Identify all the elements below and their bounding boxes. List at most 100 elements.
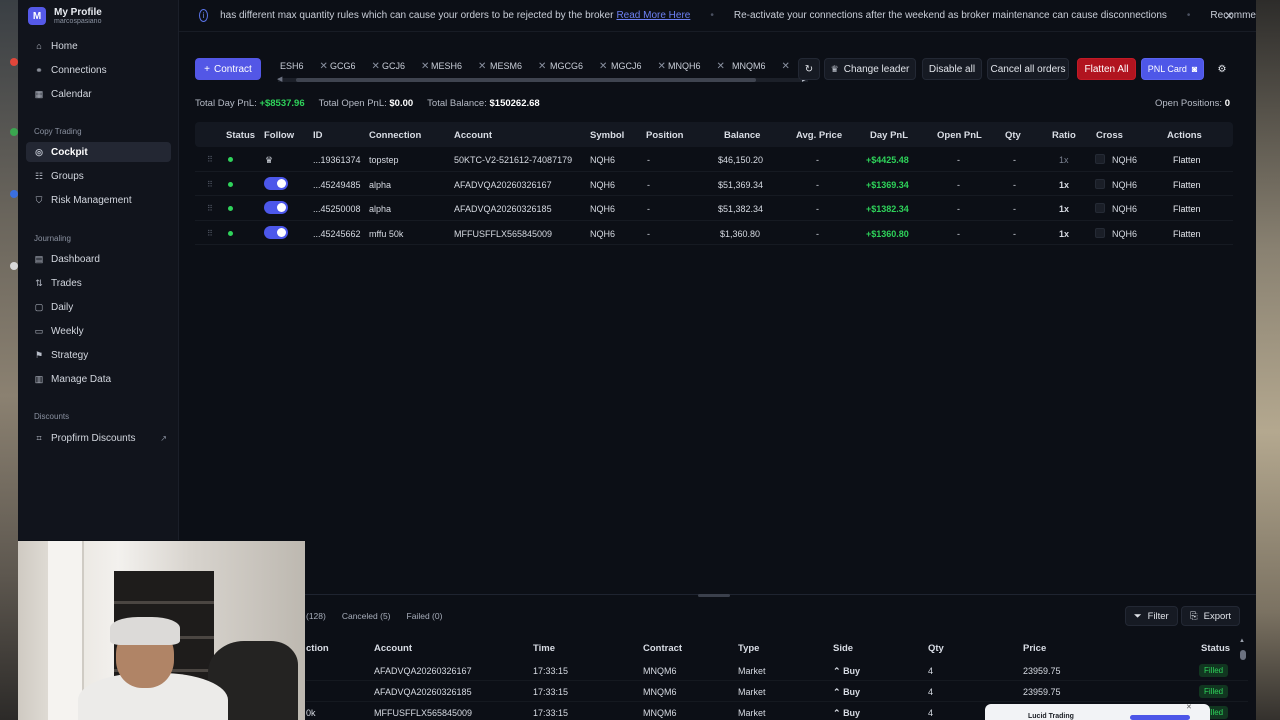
close-icon[interactable]: ✕ xyxy=(1224,9,1234,23)
pnl-card-button[interactable]: PNL Card ◙ xyxy=(1141,58,1204,80)
column-header[interactable]: Cross xyxy=(1096,130,1123,141)
follow-toggle[interactable] xyxy=(264,201,288,214)
column-header[interactable]: Connection xyxy=(369,130,421,141)
column-header[interactable]: Account xyxy=(454,130,492,141)
sidebar-item-groups[interactable]: ☷ Groups xyxy=(26,166,171,186)
column-header[interactable]: Side xyxy=(833,643,853,654)
cross-checkbox[interactable] xyxy=(1095,154,1105,164)
flatten-all-button[interactable]: Flatten All xyxy=(1077,58,1136,80)
column-header[interactable]: Qty xyxy=(928,643,944,654)
column-header[interactable]: Avg. Price xyxy=(796,130,842,141)
scroll-up-icon[interactable]: ▲ xyxy=(1239,638,1245,644)
follow-toggle[interactable] xyxy=(264,176,288,190)
cancel-all-orders-button[interactable]: Cancel all orders xyxy=(987,58,1069,80)
column-header[interactable]: Contract xyxy=(643,643,682,654)
add-contract-button[interactable]: + Contract xyxy=(195,58,261,80)
toast-action-button[interactable] xyxy=(1130,715,1190,720)
sidebar-item-daily[interactable]: ▢ Daily xyxy=(26,297,171,317)
column-header[interactable]: Symbol xyxy=(590,130,624,141)
sidebar-item-risk-management[interactable]: ⛉ Risk Management xyxy=(26,190,171,210)
contract-tab[interactable]: ESH6 ✕ xyxy=(280,58,328,74)
sidebar-item-home[interactable]: ⌂ Home xyxy=(26,36,171,56)
change-leader-button[interactable]: ♛ Change leader xyxy=(824,58,916,80)
contract-tab[interactable]: MNQH6 ✕ xyxy=(668,58,725,74)
read-more-link[interactable]: Read More Here xyxy=(616,10,690,21)
contract-tab[interactable]: MGCJ6 ✕ xyxy=(611,58,666,74)
close-icon[interactable]: ✕ xyxy=(372,61,380,72)
close-icon[interactable]: ✕ xyxy=(538,61,546,72)
ratio[interactable]: 1x xyxy=(1059,229,1069,239)
cross-checkbox[interactable] xyxy=(1095,178,1105,189)
ratio[interactable]: 1x xyxy=(1059,180,1069,190)
contract-tab[interactable]: MESH6 ✕ xyxy=(431,58,486,74)
column-header[interactable]: Price xyxy=(1023,643,1046,654)
column-header[interactable]: Actions xyxy=(1167,130,1202,141)
cross-checkbox[interactable] xyxy=(1095,203,1105,213)
scroll-left-icon[interactable]: ◀ xyxy=(277,75,282,83)
contract-tab[interactable]: MESM6 ✕ xyxy=(490,58,546,74)
profile-menu[interactable]: M My Profile marcospasiano xyxy=(18,0,178,32)
tab-canceled[interactable]: Canceled (5) xyxy=(342,611,391,621)
column-header[interactable]: Position xyxy=(646,130,683,141)
column-header[interactable]: Balance xyxy=(724,130,760,141)
close-icon[interactable]: ✕ xyxy=(478,61,486,72)
sidebar-item-dashboard[interactable]: ▤ Dashboard xyxy=(26,249,171,269)
contract-tab[interactable]: MNQM6 ✕ xyxy=(732,58,790,74)
column-header[interactable]: Open PnL xyxy=(937,130,982,141)
sidebar-item-trades[interactable]: ⇅ Trades xyxy=(26,273,171,293)
drag-handle-icon[interactable]: ⠿ xyxy=(207,229,213,238)
contract-tab[interactable]: GCG6 ✕ xyxy=(330,58,380,74)
resize-handle[interactable] xyxy=(698,594,730,597)
settings-button[interactable]: ⚙ xyxy=(1212,58,1232,80)
sidebar-item-propfirm-discounts[interactable]: ⌗ Propfirm Discounts ↗ xyxy=(26,428,171,448)
follow-toggle[interactable] xyxy=(264,225,288,239)
disable-all-button[interactable]: Disable all xyxy=(922,58,982,80)
column-header[interactable]: Ratio xyxy=(1052,130,1076,141)
flatten-button[interactable]: Flatten xyxy=(1173,229,1201,239)
contract-tab[interactable]: MGCG6 ✕ xyxy=(550,58,607,74)
close-icon[interactable]: ✕ xyxy=(1186,703,1192,711)
sidebar-item-connections[interactable]: ⚭ Connections xyxy=(26,60,171,80)
contract-tab[interactable]: GCJ6 ✕ xyxy=(382,58,429,74)
tabs-scrollbar-thumb[interactable] xyxy=(296,78,756,82)
column-header[interactable]: Day PnL xyxy=(870,130,908,141)
sidebar-item-strategy[interactable]: ⚑ Strategy xyxy=(26,345,171,365)
close-icon[interactable]: ✕ xyxy=(599,61,607,72)
ratio[interactable]: 1x xyxy=(1059,204,1069,214)
column-header[interactable]: ction xyxy=(306,643,329,654)
sidebar-item-manage-data[interactable]: ▥ Manage Data xyxy=(26,369,171,389)
drag-handle-icon[interactable]: ⠿ xyxy=(207,155,213,164)
column-header[interactable]: Status xyxy=(1201,643,1230,654)
close-icon[interactable]: ✕ xyxy=(320,61,328,72)
refresh-button[interactable]: ↻ xyxy=(798,58,820,80)
column-header[interactable]: ID xyxy=(313,130,323,141)
flatten-button[interactable]: Flatten xyxy=(1173,180,1201,190)
close-icon[interactable]: ✕ xyxy=(717,61,725,72)
scrollbar-thumb[interactable] xyxy=(1240,650,1246,660)
cross-checkbox[interactable] xyxy=(1095,227,1105,238)
drag-handle-icon[interactable]: ⠿ xyxy=(207,204,213,213)
close-icon[interactable]: ✕ xyxy=(782,61,790,72)
close-icon[interactable]: ✕ xyxy=(421,61,429,72)
tab-filled[interactable]: (128) xyxy=(306,611,326,621)
balance: $51,382.34 xyxy=(718,204,764,214)
column-header[interactable]: Qty xyxy=(1005,130,1021,141)
column-header[interactable]: Status xyxy=(226,130,255,141)
ratio[interactable]: 1x xyxy=(1059,155,1069,165)
column-header[interactable]: Time xyxy=(533,643,555,654)
filter-button[interactable]: ⏷ Filter xyxy=(1125,606,1178,626)
close-icon[interactable]: ✕ xyxy=(658,61,666,72)
sidebar-item-weekly[interactable]: ▭ Weekly xyxy=(26,321,171,341)
orders-scrollbar[interactable]: ▲ xyxy=(1239,638,1246,720)
column-header[interactable]: Follow xyxy=(264,130,294,141)
tab-failed[interactable]: Failed (0) xyxy=(407,611,443,621)
drag-handle-icon[interactable]: ⠿ xyxy=(207,180,213,189)
open-positions-value: 0 xyxy=(1224,98,1230,109)
column-header[interactable]: Account xyxy=(374,643,412,654)
flatten-button[interactable]: Flatten xyxy=(1173,204,1201,214)
flatten-button[interactable]: Flatten xyxy=(1173,155,1201,165)
sidebar-item-calendar[interactable]: ▦ Calendar xyxy=(26,84,171,104)
export-button[interactable]: ⎘ Export xyxy=(1181,606,1241,626)
sidebar-item-cockpit[interactable]: ◎ Cockpit xyxy=(26,142,171,162)
column-header[interactable]: Type xyxy=(738,643,759,654)
